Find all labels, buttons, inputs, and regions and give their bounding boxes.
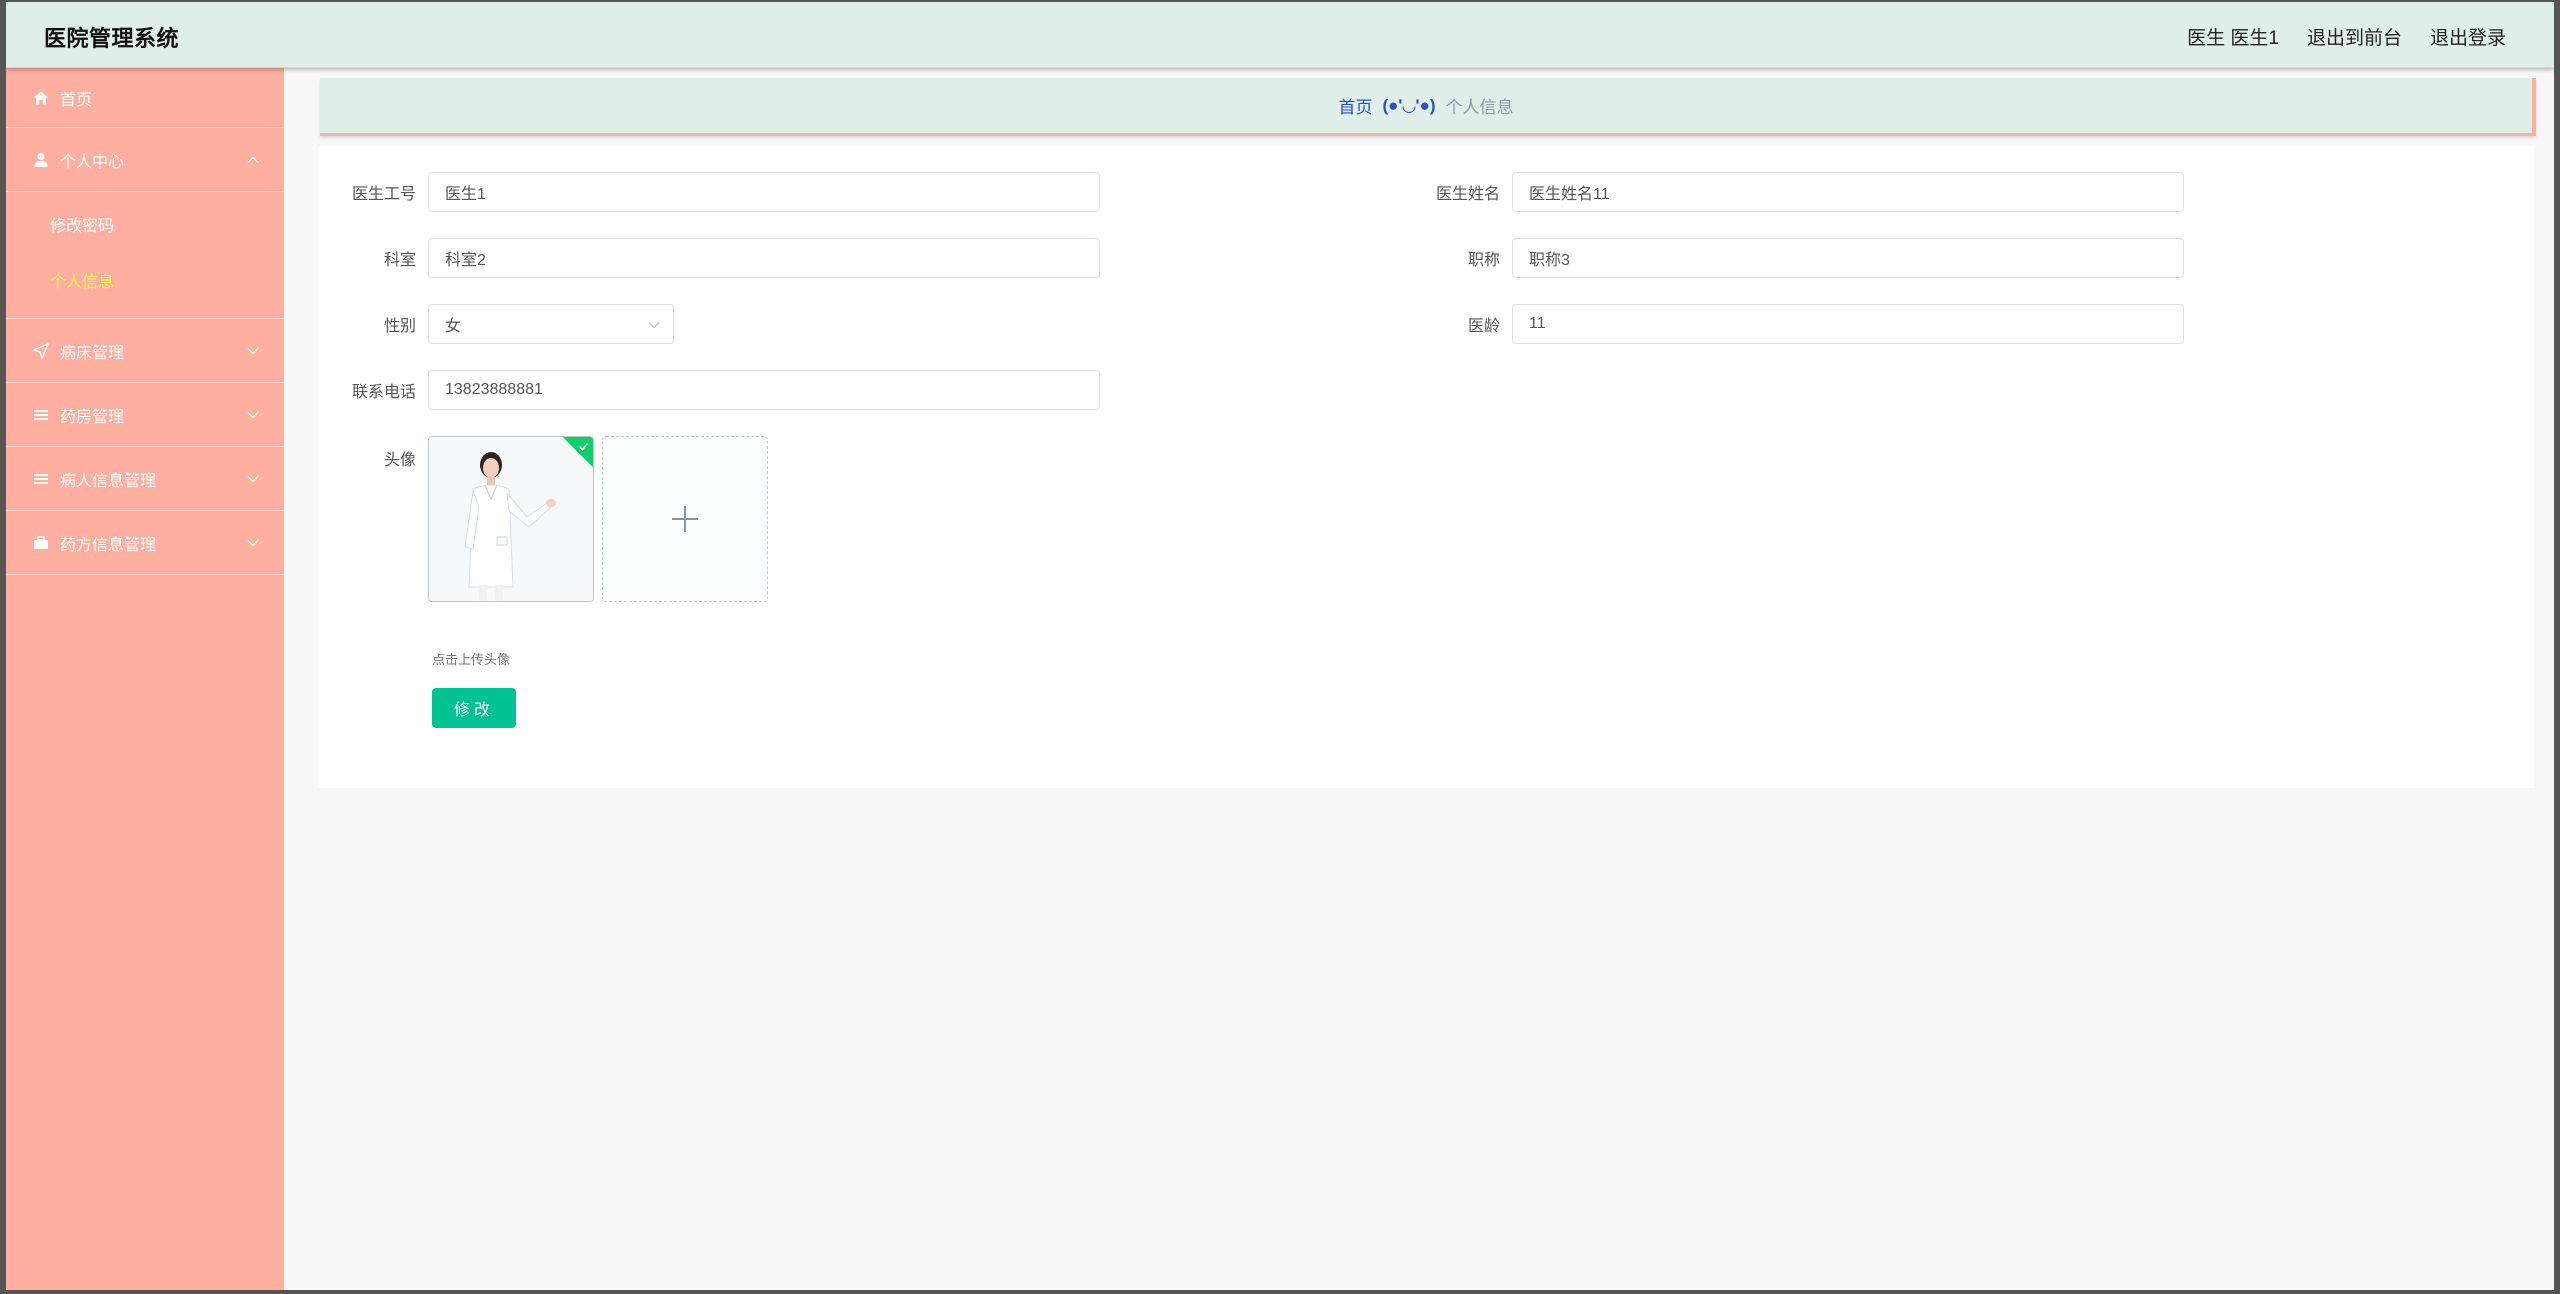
sidebar-item-label: 首页 — [60, 91, 93, 109]
send-icon — [32, 342, 50, 360]
sidebar: 首页 个人中心 修改密码 个人信息 病床管理 药房管理 病人信息管理 药方信息管… — [6, 68, 284, 1290]
phone-row: 联系电话 13823888881 — [332, 370, 1100, 410]
sidebar-item-pharmacy-management[interactable]: 药房管理 — [6, 383, 284, 447]
chevron-down-icon — [247, 475, 259, 483]
save-button[interactable]: 修改 — [432, 688, 516, 728]
sidebar-item-patient-info-management[interactable]: 病人信息管理 — [6, 447, 284, 511]
app-title: 医院管理系统 — [44, 26, 180, 51]
title-row: 职称 职称3 — [1416, 238, 2184, 278]
chevron-down-icon — [247, 411, 259, 419]
breadcrumb-home-link[interactable]: 首页 — [1338, 93, 1372, 118]
doctor-name-label: 医生姓名 — [1435, 186, 1500, 203]
personal-center-submenu: 修改密码 个人信息 — [6, 192, 284, 319]
gender-select[interactable]: 女 — [428, 304, 674, 344]
phone-label: 联系电话 — [351, 384, 416, 401]
sidebar-item-label: 药房管理 — [60, 408, 125, 426]
user-icon — [32, 151, 50, 169]
briefcase-icon — [32, 534, 50, 552]
logout-link[interactable]: 退出登录 — [2430, 23, 2506, 50]
list-icon — [32, 470, 50, 488]
avatar-thumbnail[interactable] — [428, 436, 594, 602]
title-label: 职称 — [1467, 252, 1500, 269]
sidebar-item-personal-center[interactable]: 个人中心 — [6, 128, 284, 192]
sidebar-item-label: 病床管理 — [60, 344, 125, 362]
app-window: 医院管理系统 医生 医生1 退出到前台 退出登录 首页 个人中心 修改密码 个人… — [0, 0, 2560, 1294]
sidebar-item-prescription-management[interactable]: 药方信息管理 — [6, 511, 284, 575]
department-label: 科室 — [383, 252, 416, 269]
doctor-name-row: 医生姓名 医生姓名11 — [1416, 172, 2184, 212]
avatar-label: 头像 — [383, 452, 416, 469]
doctor-id-field[interactable]: 医生1 — [428, 172, 1100, 212]
top-header: 医院管理系统 医生 医生1 退出到前台 退出登录 — [6, 2, 2554, 68]
breadcrumb: 首页 (●'◡'●) 个人信息 — [320, 78, 2536, 136]
phone-field[interactable]: 13823888881 — [428, 370, 1100, 410]
seniority-label: 医龄 — [1467, 318, 1500, 335]
avatar-upload-list — [428, 436, 768, 602]
personal-info-form: 医生工号 医生1 医生姓名 医生姓名11 科室 科室2 职称 职称3 性别 女 — [318, 146, 2534, 788]
current-user-label: 医生 医生1 — [2187, 28, 2279, 49]
seniority-field[interactable]: 11 — [1512, 304, 2184, 344]
doctor-id-label: 医生工号 — [351, 186, 416, 203]
main-content: 首页 (●'◡'●) 个人信息 医生工号 医生1 医生姓名 医生姓名11 科室 … — [284, 68, 2554, 1290]
breadcrumb-separator: (●'◡'●) — [1382, 95, 1436, 115]
gender-selected-value: 女 — [445, 318, 462, 335]
check-icon — [578, 443, 589, 451]
department-field[interactable]: 科室2 — [428, 238, 1100, 278]
title-field[interactable]: 职称3 — [1512, 238, 2184, 278]
doctor-name-field[interactable]: 医生姓名11 — [1512, 172, 2184, 212]
sidebar-item-personal-info[interactable]: 个人信息 — [6, 252, 284, 308]
sidebar-item-label: 个人中心 — [60, 153, 125, 171]
list-icon — [32, 406, 50, 424]
plus-icon — [672, 506, 698, 532]
sidebar-item-label: 病人信息管理 — [60, 472, 157, 490]
breadcrumb-current: 个人信息 — [1445, 98, 1514, 117]
sidebar-item-home[interactable]: 首页 — [6, 68, 284, 128]
chevron-up-icon — [247, 155, 259, 163]
doctor-avatar-image — [429, 437, 593, 601]
back-to-front-link[interactable]: 退出到前台 — [2307, 23, 2402, 50]
department-row: 科室 科室2 — [332, 238, 1100, 278]
sidebar-item-label: 药方信息管理 — [60, 536, 157, 554]
doctor-id-row: 医生工号 医生1 — [332, 172, 1100, 212]
chevron-down-icon — [247, 539, 259, 547]
sidebar-item-change-password[interactable]: 修改密码 — [6, 196, 284, 252]
avatar-row: 头像 — [332, 436, 768, 602]
header-links: 医生 医生1 退出到前台 退出登录 — [2187, 23, 2506, 50]
home-icon — [32, 89, 50, 107]
upload-tip: 点击上传头像 — [432, 652, 511, 667]
gender-row: 性别 女 — [332, 304, 674, 344]
gender-label: 性别 — [383, 318, 416, 335]
seniority-row: 医龄 11 — [1416, 304, 2184, 344]
chevron-down-icon — [247, 347, 259, 355]
chevron-down-icon — [648, 322, 660, 329]
avatar-upload-button[interactable] — [602, 436, 768, 602]
sidebar-item-bed-management[interactable]: 病床管理 — [6, 319, 284, 383]
